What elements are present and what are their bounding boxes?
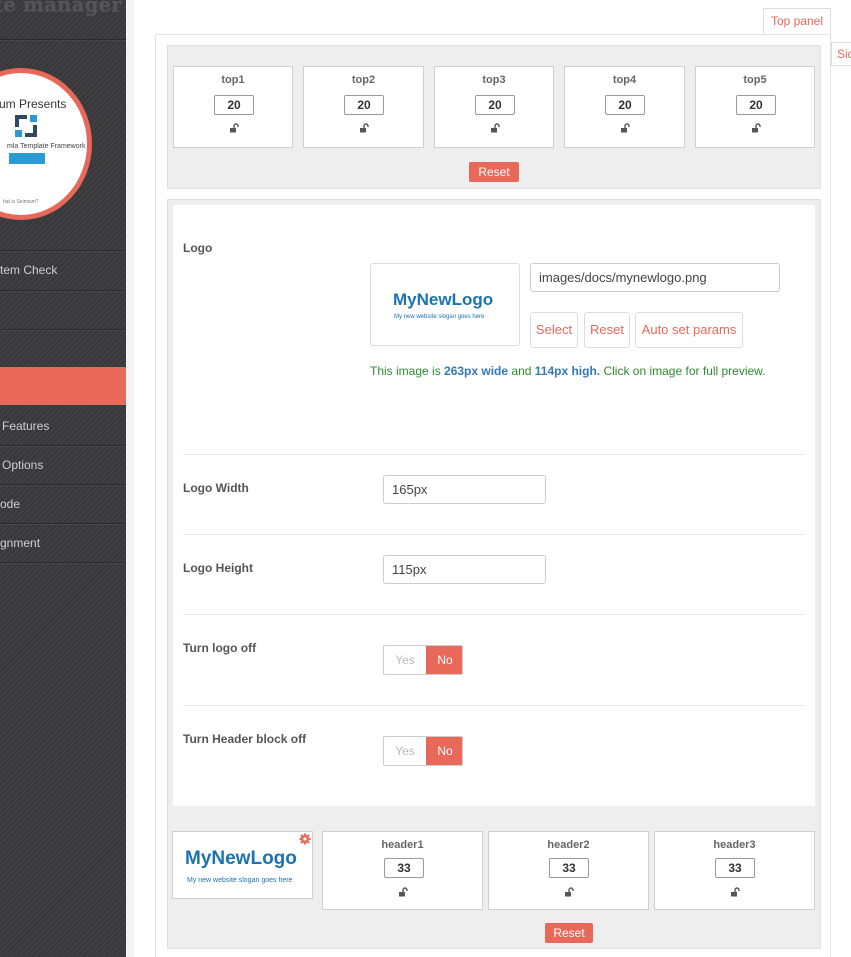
unlock-icon[interactable] <box>490 123 500 133</box>
toggle-no[interactable]: No <box>426 646 462 674</box>
position-name: header1 <box>381 839 424 851</box>
sidebar-item-label: gnment <box>0 536 41 550</box>
position-top2[interactable]: top2 20 <box>303 66 424 148</box>
reset-top-button[interactable]: Reset <box>469 162 519 182</box>
promo-download-button[interactable] <box>9 153 45 164</box>
position-name: top2 <box>351 74 376 86</box>
info-height: 114px high. <box>534 364 601 378</box>
position-name: header3 <box>713 839 756 851</box>
position-name: top1 <box>221 74 245 86</box>
logo-slogan-text: My new website slogan goes here <box>394 314 485 320</box>
gear-icon[interactable] <box>299 833 311 845</box>
logo-slogan-text: My new website slogan goes here <box>187 877 293 884</box>
unlock-icon[interactable] <box>751 123 761 133</box>
sidebar-item-label: Options <box>2 458 44 472</box>
sidebar-item-system-check[interactable]: tem Check <box>0 251 126 289</box>
divider <box>183 454 804 455</box>
turn-header-off-toggle[interactable]: Yes No <box>383 736 463 766</box>
promo-banner[interactable]: um Presents mla Template Framework hat i… <box>0 68 92 220</box>
framework-logo-icon <box>13 113 39 139</box>
divider <box>183 614 804 615</box>
logo-width-input[interactable]: 165px <box>383 475 546 504</box>
logo-height-label: Logo Height <box>183 561 253 575</box>
tab-side-panel[interactable]: Sid <box>831 42 851 66</box>
sidebar-item-label: tem Check <box>0 263 58 277</box>
position-top4[interactable]: top4 20 <box>564 66 685 148</box>
turn-header-off-label: Turn Header block off <box>183 732 307 746</box>
divider <box>183 534 804 535</box>
info-mid: and <box>508 364 535 378</box>
logo-brand-text: MyNewLogo <box>393 290 494 309</box>
turn-logo-off-label: Turn logo off <box>183 641 257 655</box>
position-header2[interactable]: header2 33 <box>488 831 649 910</box>
logo-position-block[interactable]: MyNewLogo My new website slogan goes her… <box>172 831 313 899</box>
sidebar: te manager um Presents mla Template Fram… <box>0 0 126 957</box>
sidebar-item-mode[interactable]: ode <box>0 485 126 523</box>
sidebar-divider <box>0 562 126 563</box>
logo-brand-text: MyNewLogo <box>185 848 297 869</box>
position-width-input[interactable]: 33 <box>715 858 755 878</box>
position-header3[interactable]: header3 33 <box>654 831 815 910</box>
sidebar-item-3[interactable] <box>0 330 126 368</box>
sidebar-item-active[interactable] <box>0 367 126 405</box>
position-name: top3 <box>482 74 506 86</box>
reset-logo-button[interactable]: Reset <box>584 312 630 348</box>
logo-height-input[interactable]: 115px <box>383 555 546 584</box>
logo-path-input[interactable]: images/docs/mynewlogo.png <box>530 263 780 292</box>
toggle-yes[interactable]: Yes <box>384 646 426 674</box>
position-width-input[interactable]: 20 <box>605 95 645 115</box>
sidebar-item-options[interactable]: Options <box>0 446 126 484</box>
unlock-icon[interactable] <box>398 887 408 897</box>
turn-logo-off-toggle[interactable]: Yes No <box>383 645 463 675</box>
sidebar-divider <box>0 39 126 40</box>
position-top3[interactable]: top3 20 <box>434 66 554 148</box>
info-width: 263px wide <box>444 364 509 378</box>
logo-width-label: Logo Width <box>183 481 249 495</box>
unlock-icon[interactable] <box>730 887 740 897</box>
unlock-icon[interactable] <box>564 887 574 897</box>
position-width-input[interactable]: 33 <box>549 858 589 878</box>
promo-what-link[interactable]: hat is Seimium? <box>3 199 39 205</box>
info-pre: This image is <box>370 364 445 378</box>
position-header1[interactable]: header1 33 <box>322 831 483 910</box>
position-width-input[interactable]: 20 <box>214 95 254 115</box>
position-top1[interactable]: top1 20 <box>173 66 293 148</box>
promo-presents: um Presents <box>0 97 67 111</box>
toggle-yes[interactable]: Yes <box>384 737 426 765</box>
sidebar-item-alignment[interactable]: gnment <box>0 524 126 562</box>
sidebar-item-label: ode <box>0 497 21 511</box>
image-info-text: This image is 263px wide and 114px high.… <box>370 364 766 378</box>
logo-preview[interactable]: MyNewLogo My new website slogan goes her… <box>370 263 520 346</box>
unlock-icon[interactable] <box>620 123 630 133</box>
select-button[interactable]: Select <box>530 312 578 348</box>
position-width-input[interactable]: 20 <box>736 95 776 115</box>
reset-header-button[interactable]: Reset <box>545 923 593 943</box>
sidebar-item-2[interactable] <box>0 291 126 329</box>
position-name: top5 <box>743 74 767 86</box>
sidebar-item-label: Features <box>2 419 50 433</box>
tab-top-panel[interactable]: Top panel <box>763 8 831 34</box>
promo-framework: mla Template Framework <box>7 143 86 150</box>
position-name: header2 <box>547 839 590 851</box>
position-name: top4 <box>612 74 637 86</box>
toggle-no[interactable]: No <box>426 737 462 765</box>
sidebar-item-features[interactable]: Features <box>0 407 126 445</box>
unlock-icon[interactable] <box>359 123 369 133</box>
auto-set-params-button[interactable]: Auto set params <box>635 312 743 348</box>
logo-label: Logo <box>183 241 213 255</box>
position-top5[interactable]: top5 20 <box>695 66 815 148</box>
divider <box>183 705 804 706</box>
position-width-input[interactable]: 20 <box>475 95 515 115</box>
position-width-input[interactable]: 20 <box>344 95 384 115</box>
unlock-icon[interactable] <box>229 123 239 133</box>
position-width-input[interactable]: 33 <box>384 858 424 878</box>
info-post: Click on image for full preview. <box>600 364 766 378</box>
app-title: te manager <box>0 0 122 16</box>
